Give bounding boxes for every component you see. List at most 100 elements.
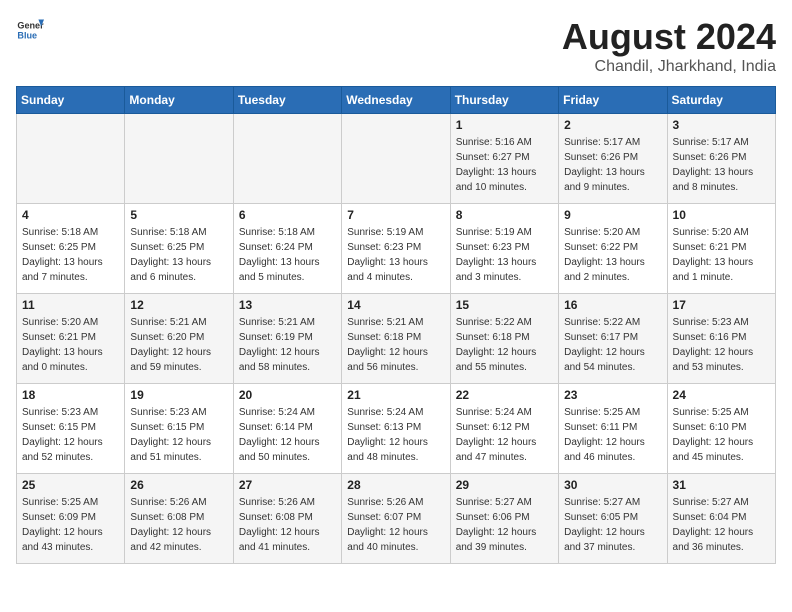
day-number: 27 [239,478,336,492]
day-info: Sunrise: 5:26 AM Sunset: 6:08 PM Dayligh… [239,495,336,555]
day-number: 19 [130,388,227,402]
day-number: 25 [22,478,119,492]
day-cell: 14 Sunrise: 5:21 AM Sunset: 6:18 PM Dayli… [342,294,450,384]
day-cell: 27 Sunrise: 5:26 AM Sunset: 6:08 PM Dayli… [233,474,341,564]
day-info: Sunrise: 5:17 AM Sunset: 6:26 PM Dayligh… [673,135,770,195]
day-cell: 31Sunrise: 5:27 AM Sunset: 6:04 PM Dayli… [667,474,775,564]
day-number: 23 [564,388,661,402]
day-number: 29 [456,478,553,492]
day-info: Sunrise: 5:20 AM Sunset: 6:21 PM Dayligh… [673,225,770,285]
day-cell [342,114,450,204]
day-cell: 30 Sunrise: 5:27 AM Sunset: 6:05 PM Dayli… [559,474,667,564]
day-number: 31 [673,478,770,492]
calendar-header-row: SundayMondayTuesdayWednesdayThursdayFrid… [17,87,776,114]
day-number: 8 [456,208,553,222]
day-cell: 17 Sunrise: 5:23 AM Sunset: 6:16 PM Dayli… [667,294,775,384]
day-cell: 10 Sunrise: 5:20 AM Sunset: 6:21 PM Dayli… [667,204,775,294]
calendar-table: SundayMondayTuesdayWednesdayThursdayFrid… [16,86,776,564]
day-info: Sunrise: 5:26 AM Sunset: 6:07 PM Dayligh… [347,495,444,555]
week-row-5: 25 Sunrise: 5:25 AM Sunset: 6:09 PM Dayli… [17,474,776,564]
svg-text:Blue: Blue [17,30,37,40]
day-cell: 20Sunrise: 5:24 AM Sunset: 6:14 PM Dayli… [233,384,341,474]
day-cell: 5 Sunrise: 5:18 AM Sunset: 6:25 PM Daylig… [125,204,233,294]
day-number: 13 [239,298,336,312]
week-row-2: 4 Sunrise: 5:18 AM Sunset: 6:25 PM Daylig… [17,204,776,294]
day-number: 12 [130,298,227,312]
day-info: Sunrise: 5:19 AM Sunset: 6:23 PM Dayligh… [456,225,553,285]
day-info: Sunrise: 5:25 AM Sunset: 6:09 PM Dayligh… [22,495,119,555]
day-cell: 7Sunrise: 5:19 AM Sunset: 6:23 PM Daylig… [342,204,450,294]
day-number: 2 [564,118,661,132]
day-number: 24 [673,388,770,402]
day-cell: 3 Sunrise: 5:17 AM Sunset: 6:26 PM Daylig… [667,114,775,204]
day-number: 21 [347,388,444,402]
day-number: 14 [347,298,444,312]
day-number: 10 [673,208,770,222]
calendar-body: 1 Sunrise: 5:16 AM Sunset: 6:27 PM Daylig… [17,114,776,564]
day-info: Sunrise: 5:23 AM Sunset: 6:15 PM Dayligh… [130,405,227,465]
day-cell: 28 Sunrise: 5:26 AM Sunset: 6:07 PM Dayli… [342,474,450,564]
day-number: 26 [130,478,227,492]
header-cell-friday: Friday [559,87,667,114]
day-cell: 24 Sunrise: 5:25 AM Sunset: 6:10 PM Dayli… [667,384,775,474]
day-info: Sunrise: 5:18 AM Sunset: 6:25 PM Dayligh… [22,225,119,285]
day-cell: 22Sunrise: 5:24 AM Sunset: 6:12 PM Dayli… [450,384,558,474]
day-cell [233,114,341,204]
day-cell: 26 Sunrise: 5:26 AM Sunset: 6:08 PM Dayli… [125,474,233,564]
day-number: 1 [456,118,553,132]
day-cell: 23Sunrise: 5:25 AM Sunset: 6:11 PM Dayli… [559,384,667,474]
day-number: 9 [564,208,661,222]
day-info: Sunrise: 5:23 AM Sunset: 6:16 PM Dayligh… [673,315,770,375]
day-cell: 2 Sunrise: 5:17 AM Sunset: 6:26 PM Daylig… [559,114,667,204]
day-info: Sunrise: 5:18 AM Sunset: 6:24 PM Dayligh… [239,225,336,285]
day-info: Sunrise: 5:20 AM Sunset: 6:22 PM Dayligh… [564,225,661,285]
day-cell: 15Sunrise: 5:22 AM Sunset: 6:18 PM Dayli… [450,294,558,384]
day-number: 4 [22,208,119,222]
day-cell: 18Sunrise: 5:23 AM Sunset: 6:15 PM Dayli… [17,384,125,474]
day-number: 15 [456,298,553,312]
day-cell [125,114,233,204]
day-number: 7 [347,208,444,222]
day-number: 30 [564,478,661,492]
day-cell: 19 Sunrise: 5:23 AM Sunset: 6:15 PM Dayli… [125,384,233,474]
day-info: Sunrise: 5:20 AM Sunset: 6:21 PM Dayligh… [22,315,119,375]
day-number: 17 [673,298,770,312]
day-cell: 29 Sunrise: 5:27 AM Sunset: 6:06 PM Dayli… [450,474,558,564]
logo-icon: General Blue [16,16,44,44]
day-number: 3 [673,118,770,132]
day-cell: 9 Sunrise: 5:20 AM Sunset: 6:22 PM Daylig… [559,204,667,294]
week-row-3: 11Sunrise: 5:20 AM Sunset: 6:21 PM Dayli… [17,294,776,384]
header-cell-tuesday: Tuesday [233,87,341,114]
day-info: Sunrise: 5:26 AM Sunset: 6:08 PM Dayligh… [130,495,227,555]
day-info: Sunrise: 5:27 AM Sunset: 6:05 PM Dayligh… [564,495,661,555]
day-info: Sunrise: 5:21 AM Sunset: 6:19 PM Dayligh… [239,315,336,375]
header-cell-monday: Monday [125,87,233,114]
week-row-4: 18 Sunrise: 5:23 AM Sunset: 6:15 PM Dayli… [17,384,776,474]
header-cell-sunday: Sunday [17,87,125,114]
page-header: General Blue August 2024 Chandil, Jharkh… [16,16,776,76]
header-cell-saturday: Saturday [667,87,775,114]
day-cell: 6 Sunrise: 5:18 AM Sunset: 6:24 PM Daylig… [233,204,341,294]
day-cell: 25 Sunrise: 5:25 AM Sunset: 6:09 PM Dayli… [17,474,125,564]
day-number: 6 [239,208,336,222]
day-info: Sunrise: 5:16 AM Sunset: 6:27 PM Dayligh… [456,135,553,195]
day-info: Sunrise: 5:21 AM Sunset: 6:18 PM Dayligh… [347,315,444,375]
day-cell: 12 Sunrise: 5:21 AM Sunset: 6:20 PM Dayli… [125,294,233,384]
location-subtitle: Chandil, Jharkhand, India [562,58,776,76]
day-cell [17,114,125,204]
day-number: 22 [456,388,553,402]
day-info: Sunrise: 5:17 AM Sunset: 6:26 PM Dayligh… [564,135,661,195]
day-info: Sunrise: 5:21 AM Sunset: 6:20 PM Dayligh… [130,315,227,375]
day-number: 5 [130,208,227,222]
day-info: Sunrise: 5:22 AM Sunset: 6:17 PM Dayligh… [564,315,661,375]
header-cell-wednesday: Wednesday [342,87,450,114]
day-cell: 8 Sunrise: 5:19 AM Sunset: 6:23 PM Daylig… [450,204,558,294]
day-cell: 11Sunrise: 5:20 AM Sunset: 6:21 PM Dayli… [17,294,125,384]
month-title: August 2024 [562,16,776,58]
day-info: Sunrise: 5:18 AM Sunset: 6:25 PM Dayligh… [130,225,227,285]
day-cell: 13 Sunrise: 5:21 AM Sunset: 6:19 PM Dayli… [233,294,341,384]
day-info: Sunrise: 5:27 AM Sunset: 6:06 PM Dayligh… [456,495,553,555]
day-number: 18 [22,388,119,402]
day-info: Sunrise: 5:25 AM Sunset: 6:10 PM Dayligh… [673,405,770,465]
day-number: 28 [347,478,444,492]
